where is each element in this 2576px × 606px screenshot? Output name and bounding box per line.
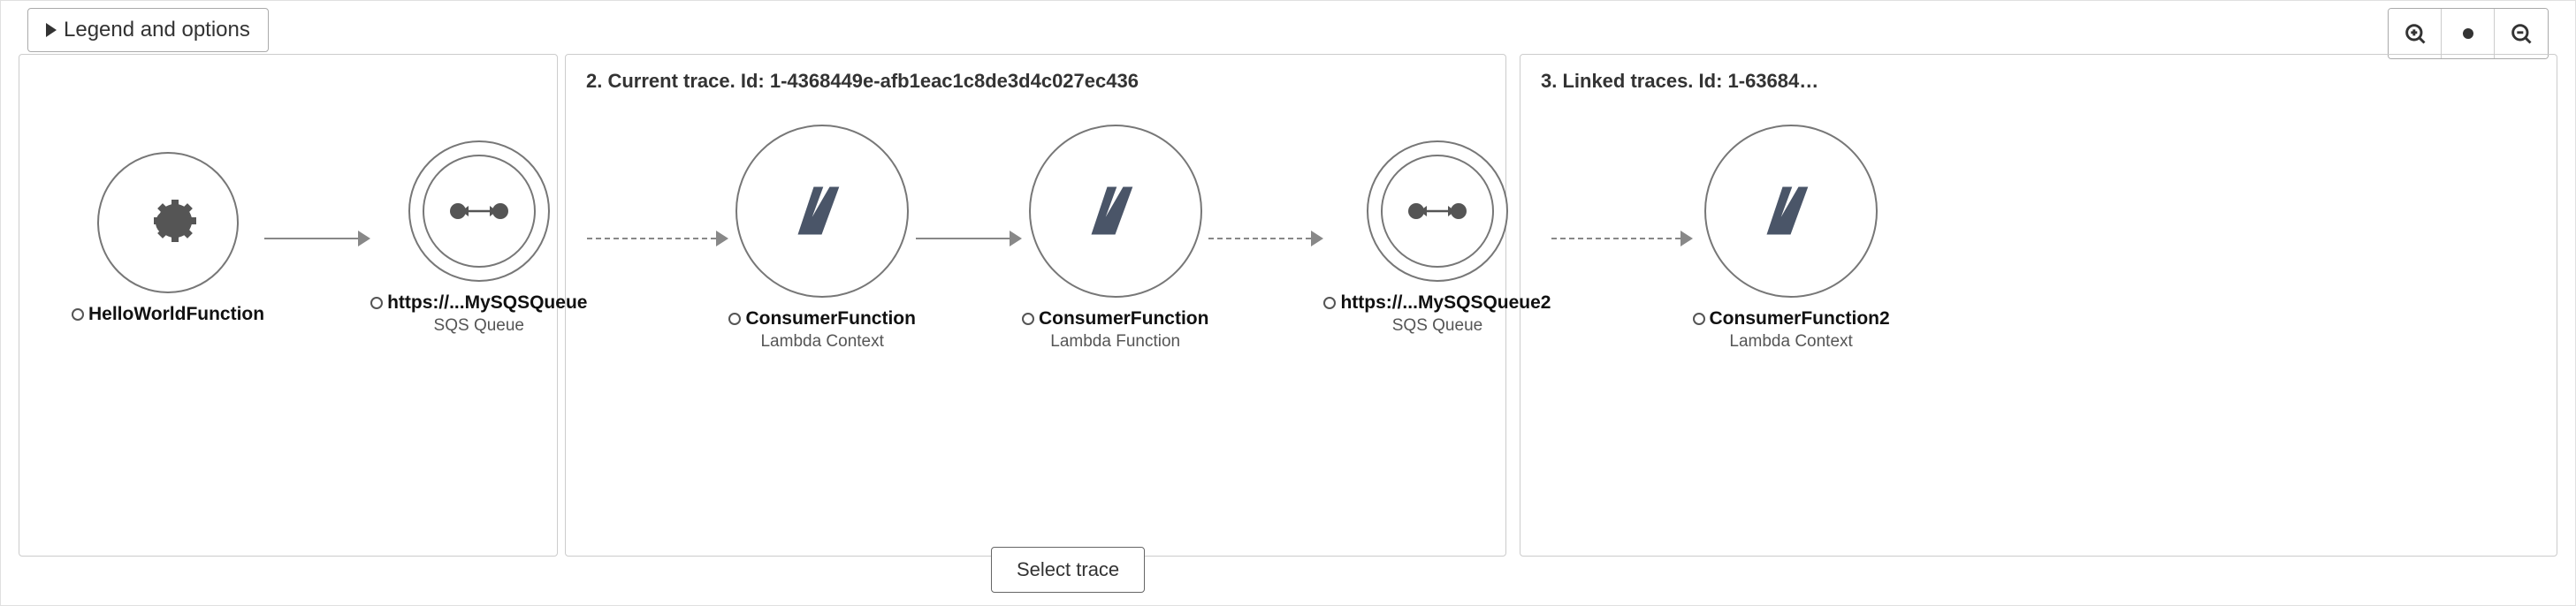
node-consumerfunction2: ConsumerFunction2 Lambda Context: [1693, 125, 1890, 352]
node-circle-2: [408, 140, 550, 282]
node-2-name: https://...MySQSQueue: [387, 292, 587, 314]
conn-dashed-3: [1551, 238, 1680, 239]
conn-arrow-4: [1311, 231, 1323, 246]
node-4-status: [1022, 313, 1034, 325]
conn-arrow-2: [716, 231, 728, 246]
section-2-label: 2. Current trace. Id: 1-4368449e-afb1eac…: [583, 70, 1142, 93]
node-6-status: [1693, 313, 1705, 325]
sqs-icon: [447, 193, 511, 229]
node-4-name: ConsumerFunction: [1039, 308, 1209, 330]
node-1-status: [72, 308, 84, 321]
node-1-name: HelloWorldFunction: [88, 304, 264, 325]
legend-label: Legend and options: [64, 18, 250, 42]
node-circle-4: [1029, 125, 1202, 298]
node-2-label-row: https://...MySQSQueue: [370, 292, 587, 314]
legend-triangle: [46, 23, 57, 37]
zoom-in-button[interactable]: [2389, 9, 2442, 58]
node-3-name: ConsumerFunction: [745, 308, 916, 330]
conn-arrow-3: [1010, 231, 1022, 246]
main-container: Legend and options: [0, 0, 2576, 606]
node-circle-5: [1367, 140, 1508, 282]
node-6-label-row: ConsumerFunction2: [1693, 308, 1890, 330]
node-4-sub: Lambda Function: [1050, 332, 1180, 352]
connector-4-5: [1208, 231, 1323, 246]
node-2-status: [370, 297, 383, 309]
zoom-reset-button[interactable]: [2442, 9, 2495, 58]
node-mysqsqueue: https://...MySQSQueue SQS Queue: [370, 140, 587, 336]
node-1-label-row: HelloWorldFunction: [72, 304, 264, 325]
node-mysqsqueue2: https://...MySQSQueue2 SQS Queue: [1323, 140, 1551, 336]
section-3-label: 3. Linked traces. Id: 1-63684…: [1537, 70, 1822, 93]
node-5-sub: SQS Queue: [1392, 316, 1482, 336]
connector-5-6: [1551, 231, 1693, 246]
node-helloworldfunction: HelloWorldFunction: [72, 152, 264, 325]
nodes-row: HelloWorldFunction https://: [1, 125, 2575, 352]
lambda-icon-2: [1071, 167, 1160, 255]
connector-1-2: [264, 231, 370, 246]
conn-dashed-2: [1208, 238, 1311, 239]
node-circle-3: [735, 125, 909, 298]
conn-arrow-1: [358, 231, 370, 246]
sqs-icon-2: [1406, 193, 1469, 229]
node-5-name: https://...MySQSQueue2: [1340, 292, 1551, 314]
legend-panel[interactable]: Legend and options: [27, 8, 269, 52]
conn-dashed-1: [587, 238, 716, 239]
node-2-sub: SQS Queue: [434, 316, 524, 336]
lambda-icon-3: [1747, 167, 1835, 255]
node-consumerfunction-1: ConsumerFunction Lambda Context: [728, 125, 916, 352]
node-3-sub: Lambda Context: [760, 332, 883, 352]
node-3-status: [728, 313, 741, 325]
zoom-controls: [2388, 8, 2549, 59]
gear-icon: [133, 187, 203, 258]
node-6-name: ConsumerFunction2: [1710, 308, 1890, 330]
node-5-status: [1323, 297, 1336, 309]
node-consumerfunction-2: ConsumerFunction Lambda Function: [1022, 125, 1209, 352]
connector-3-4: [916, 231, 1022, 246]
node-5-label-row: https://...MySQSQueue2: [1323, 292, 1551, 314]
node-6-sub: Lambda Context: [1729, 332, 1852, 352]
node-circle-1: [97, 152, 239, 293]
connector-2-3: [587, 231, 728, 246]
node-3-label-row: ConsumerFunction: [728, 308, 916, 330]
select-trace-button[interactable]: Select trace: [991, 547, 1145, 593]
conn-line-1: [264, 238, 358, 239]
node-circle-6: [1704, 125, 1878, 298]
zoom-out-button[interactable]: [2495, 9, 2548, 58]
conn-line-2: [916, 238, 1010, 239]
lambda-icon-1: [778, 167, 866, 255]
node-4-label-row: ConsumerFunction: [1022, 308, 1209, 330]
conn-arrow-5: [1680, 231, 1693, 246]
